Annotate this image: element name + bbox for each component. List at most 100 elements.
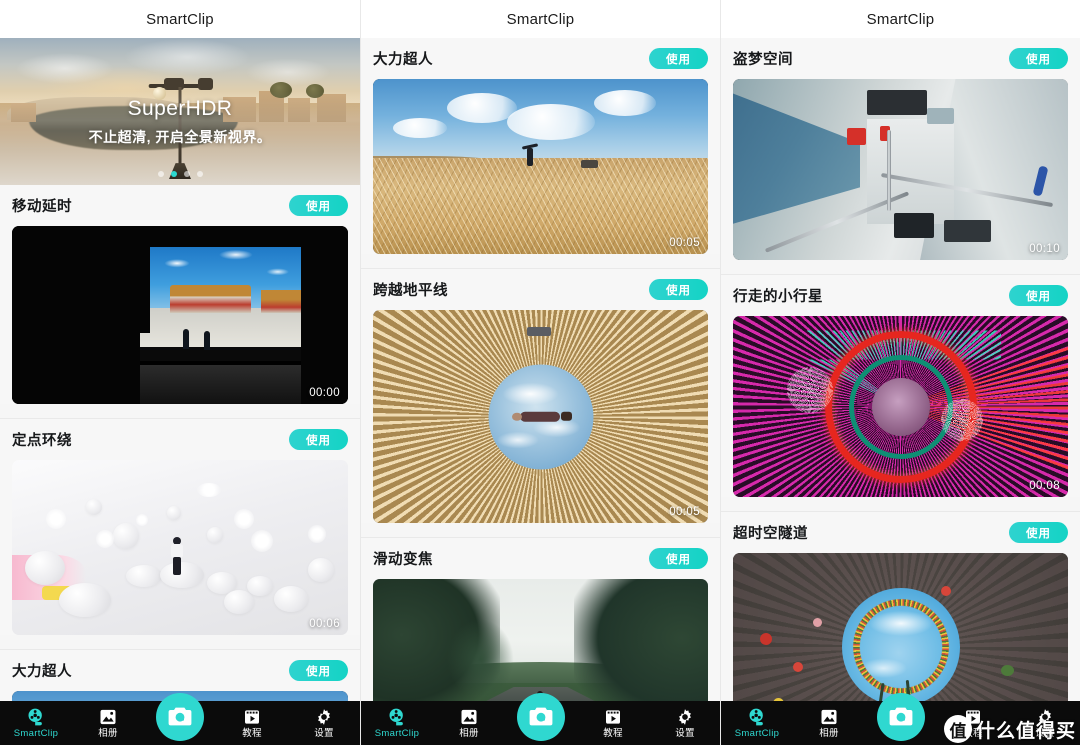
person-art bbox=[203, 331, 210, 351]
nav-item-tutorial[interactable]: 教程 bbox=[937, 701, 1009, 745]
nav-item-album[interactable]: 相册 bbox=[433, 701, 505, 745]
app-title: SmartClip bbox=[146, 10, 214, 28]
clip-card-header: 大力超人 使用 bbox=[12, 650, 348, 691]
nav-label: 设置 bbox=[314, 728, 334, 740]
app-title: SmartClip bbox=[506, 10, 575, 28]
hero-banner[interactable]: SuperHDR 不止超清, 开启全景新视界。 bbox=[0, 38, 360, 185]
camera-icon bbox=[529, 707, 553, 726]
use-button[interactable]: 使用 bbox=[649, 48, 708, 69]
person-art bbox=[511, 410, 572, 422]
light-glow-art bbox=[45, 509, 66, 529]
bottom-nav-middle[interactable]: SmartClip 相册 教程 设置 bbox=[361, 693, 720, 745]
clip-title: 滑动变焦 bbox=[373, 552, 433, 568]
light-glow-art bbox=[96, 530, 114, 548]
seat-art bbox=[944, 220, 991, 242]
clip-thumbnail[interactable]: 00:05 bbox=[373, 310, 708, 523]
clip-thumbnail[interactable]: 00:10 bbox=[733, 79, 1068, 260]
use-button[interactable]: 使用 bbox=[649, 279, 708, 300]
nav-label: 相册 bbox=[819, 728, 839, 740]
center-lantern-art bbox=[871, 377, 930, 436]
window-art bbox=[867, 89, 928, 116]
nav-label: 设置 bbox=[1035, 728, 1055, 740]
nav-item-smartclip[interactable]: SmartClip bbox=[721, 701, 793, 745]
bottom-nav-left[interactable]: SmartClip 相册 教程 设置 bbox=[0, 693, 360, 745]
film-reel-icon bbox=[389, 708, 403, 726]
content-scroll-middle[interactable]: 大力超人 使用 00:05 跨越地平线 使用 00:05 滑动变焦 使用 bbox=[361, 38, 720, 745]
clip-title: 行走的小行星 bbox=[733, 289, 823, 305]
nav-item-capture[interactable] bbox=[877, 693, 925, 741]
light-glow-art bbox=[196, 482, 221, 497]
balloon-art bbox=[59, 582, 112, 617]
clip-duration: 00:10 bbox=[1029, 243, 1060, 255]
nav-label: 教程 bbox=[603, 728, 623, 740]
clip-title: 移动延时 bbox=[12, 199, 72, 215]
nav-item-settings[interactable]: 设置 bbox=[649, 701, 720, 745]
person-art bbox=[521, 143, 538, 166]
clip-duration: 00:05 bbox=[669, 237, 700, 249]
clip-thumbnail[interactable]: 00:00 bbox=[12, 226, 348, 404]
photo-icon bbox=[461, 710, 477, 725]
banner-subtitle: 不止超清, 开启全景新视界。 bbox=[88, 128, 272, 145]
light-glow-art bbox=[250, 530, 273, 552]
use-button[interactable]: 使用 bbox=[649, 548, 708, 569]
camera-icon bbox=[889, 707, 913, 726]
nav-item-tutorial[interactable]: 教程 bbox=[216, 701, 288, 745]
balloon-art bbox=[223, 589, 254, 614]
use-button[interactable]: 使用 bbox=[1009, 522, 1068, 543]
banner-dot[interactable] bbox=[183, 171, 190, 177]
app-header-left: SmartClip bbox=[0, 0, 360, 38]
video-play-icon bbox=[966, 710, 980, 724]
video-play-icon bbox=[606, 710, 620, 724]
nav-item-settings[interactable]: 设置 bbox=[1009, 701, 1080, 745]
light-glow-art bbox=[307, 524, 326, 543]
use-button[interactable]: 使用 bbox=[289, 660, 348, 681]
clip-thumbnail[interactable]: 00:08 bbox=[733, 316, 1068, 497]
nav-label: 相册 bbox=[459, 728, 479, 740]
balloon-art bbox=[85, 498, 102, 515]
banner-dot[interactable] bbox=[196, 171, 203, 177]
use-button[interactable]: 使用 bbox=[1009, 285, 1068, 306]
nav-item-capture[interactable] bbox=[156, 693, 204, 741]
content-scroll-right[interactable]: 盗梦空间 使用 00:10 行走的小行星 使用 00:08 超时空隧道 使用 bbox=[721, 38, 1080, 745]
banner-dot-active[interactable] bbox=[170, 171, 177, 177]
nav-label: 设置 bbox=[675, 728, 695, 740]
app-title: SmartClip bbox=[866, 10, 935, 28]
clip-card: 移动延时 使用 00:00 bbox=[0, 185, 360, 404]
use-button[interactable]: 使用 bbox=[1009, 48, 1068, 69]
nav-item-capture[interactable] bbox=[517, 693, 565, 741]
balloon-art bbox=[112, 523, 139, 549]
banner-dots[interactable] bbox=[0, 171, 360, 177]
use-button[interactable]: 使用 bbox=[289, 429, 348, 450]
person-art bbox=[183, 329, 190, 350]
balloon-art bbox=[126, 565, 163, 587]
gear-icon bbox=[1039, 709, 1051, 726]
banner-dot[interactable] bbox=[157, 171, 164, 177]
flower-art bbox=[793, 661, 804, 672]
photo-icon bbox=[821, 710, 837, 725]
clip-card: 盗梦空间 使用 00:10 bbox=[721, 38, 1080, 260]
clip-card-header: 跨越地平线 使用 bbox=[373, 269, 708, 310]
nav-label: 教程 bbox=[242, 728, 262, 740]
clip-duration: 00:08 bbox=[1029, 480, 1060, 492]
bottom-nav-right[interactable]: SmartClip 相册 教程 设置 bbox=[721, 693, 1080, 745]
clip-thumbnail[interactable]: 00:06 bbox=[12, 460, 348, 635]
nav-item-settings[interactable]: 设置 bbox=[288, 701, 360, 745]
nav-item-tutorial[interactable]: 教程 bbox=[577, 701, 649, 745]
use-button[interactable]: 使用 bbox=[289, 195, 348, 216]
nav-item-album[interactable]: 相册 bbox=[72, 701, 144, 745]
clip-card: 大力超人 使用 00:05 bbox=[361, 38, 720, 254]
nav-item-album[interactable]: 相册 bbox=[793, 701, 865, 745]
clip-card-header: 滑动变焦 使用 bbox=[373, 538, 708, 579]
cloud-art bbox=[446, 93, 517, 123]
banner-title: SuperHDR bbox=[127, 96, 233, 120]
clip-thumbnail[interactable]: 00:05 bbox=[373, 79, 708, 254]
nav-item-smartclip[interactable]: SmartClip bbox=[0, 701, 72, 745]
vehicle-art bbox=[527, 327, 552, 337]
nav-label: 教程 bbox=[963, 728, 983, 740]
content-scroll-left[interactable]: SuperHDR 不止超清, 开启全景新视界。 移动延时 使用 00:00 定点… bbox=[0, 38, 360, 745]
nav-item-smartclip[interactable]: SmartClip bbox=[361, 701, 433, 745]
clip-duration: 00:06 bbox=[309, 618, 340, 630]
clip-title: 跨越地平线 bbox=[373, 283, 448, 299]
balloon-art bbox=[247, 575, 274, 596]
cloud-art bbox=[507, 103, 595, 140]
